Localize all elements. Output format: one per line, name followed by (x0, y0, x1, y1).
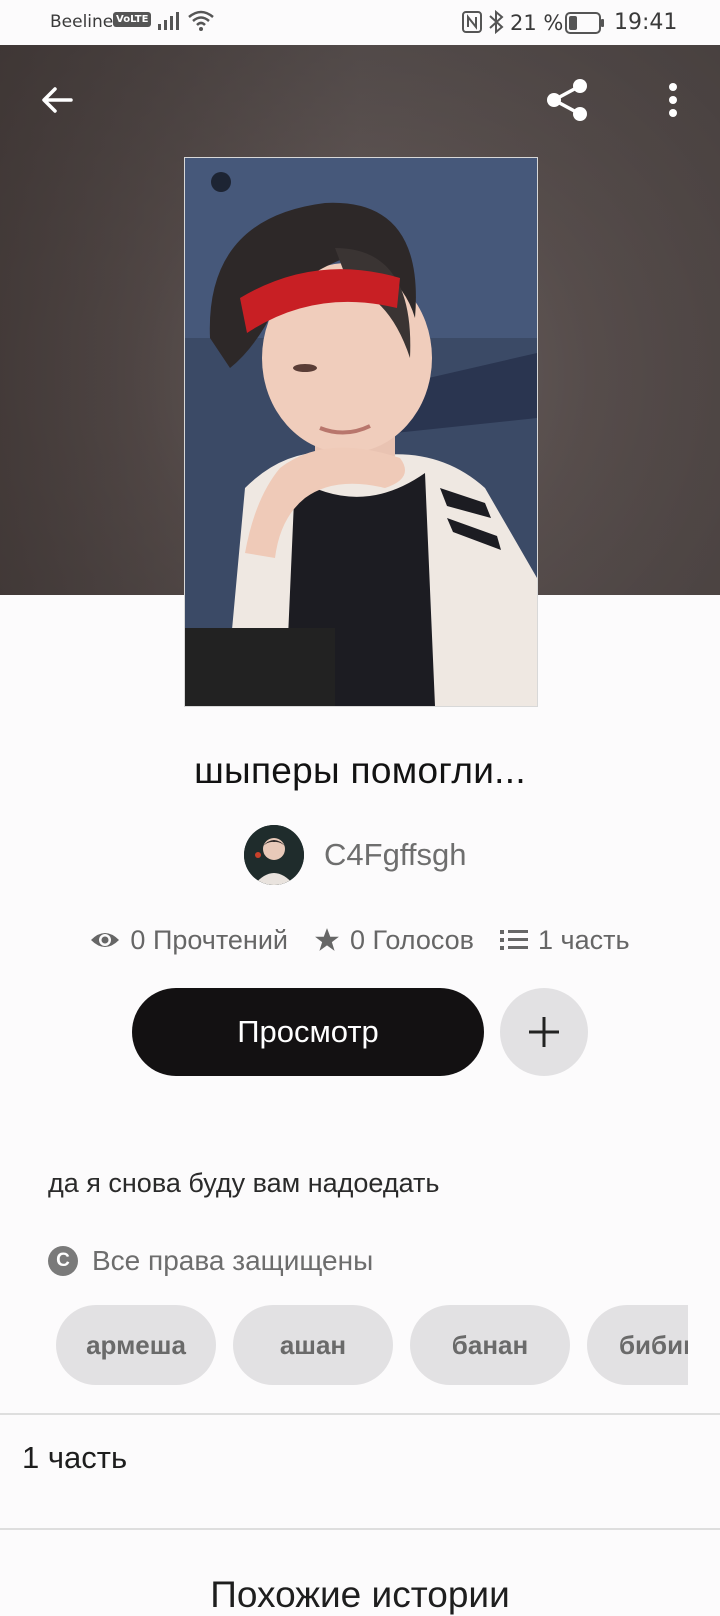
votes-count: 0 Голосов (350, 924, 475, 955)
plus-icon (529, 1017, 559, 1047)
status-bar: Beeline VoLTE 21 % 19:41 (0, 0, 720, 45)
parts-stat: 1 часть (500, 925, 630, 956)
back-button[interactable] (32, 75, 82, 125)
similar-stories-heading: Похожие истории (210, 1574, 510, 1615)
story-cover-image[interactable] (184, 157, 538, 707)
story-description: да я снова буду вам надоедать (48, 1168, 440, 1198)
volte-badge: VoLTE (113, 12, 152, 27)
more-vertical-icon (669, 83, 677, 117)
copyright-icon: C (48, 1246, 78, 1276)
arrow-left-icon (42, 87, 73, 113)
parts-section-link[interactable]: 1 часть (22, 1440, 127, 1476)
tag-chip[interactable]: армеша (56, 1305, 216, 1385)
copyright-label: Все права защищены (92, 1245, 374, 1276)
reads-stat: 0 Прочтений (90, 925, 288, 956)
parts-count: 1 часть (538, 924, 630, 955)
divider (0, 1413, 720, 1415)
author-name: C4Fgffsgh (324, 837, 467, 872)
copyright-notice: C Все права защищены (48, 1245, 373, 1277)
eye-icon (91, 933, 120, 947)
tag-list: армеша ашан банан бибиш (56, 1305, 688, 1385)
list-icon (500, 930, 529, 950)
star-icon (315, 928, 339, 951)
avatar (244, 825, 304, 885)
signal-icon (158, 12, 179, 30)
reads-count: 0 Прочтений (130, 924, 289, 955)
tag-chip[interactable]: банан (410, 1305, 570, 1385)
story-title: шыперы помогли... (194, 750, 526, 791)
divider (0, 1528, 720, 1530)
share-icon (547, 79, 587, 121)
add-to-library-button[interactable] (500, 988, 588, 1076)
battery-percent: 21 % (510, 11, 564, 35)
battery-icon (565, 12, 604, 34)
author-link[interactable]: C4Fgffsgh (244, 824, 466, 886)
story-stats: 0 Прочтений 0 Голосов 1 часть (0, 918, 720, 962)
more-button[interactable] (648, 75, 698, 125)
read-button[interactable]: Просмотр (132, 988, 484, 1076)
votes-stat: 0 Голосов (314, 925, 474, 956)
wifi-icon (188, 10, 214, 31)
clock: 19:41 (614, 10, 678, 35)
nfc-icon (462, 11, 482, 33)
share-button[interactable] (542, 75, 592, 125)
tag-chip[interactable]: ашан (233, 1305, 393, 1385)
tag-chip[interactable]: бибиш (587, 1305, 688, 1385)
bluetooth-icon (489, 10, 504, 34)
carrier-label: Beeline (50, 12, 114, 32)
